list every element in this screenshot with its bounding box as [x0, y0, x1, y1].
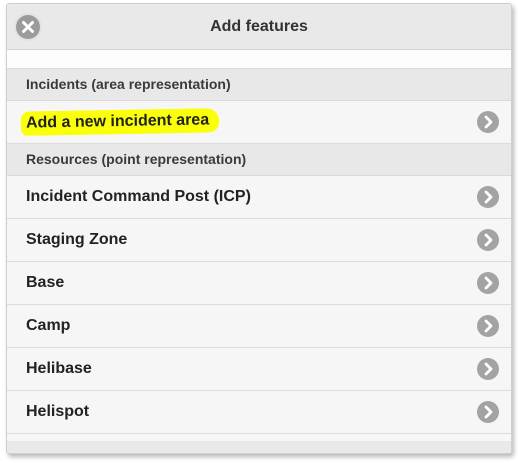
chevron-right-icon [477, 401, 499, 423]
feature-list: Incidents (area representation) Add a ne… [7, 68, 511, 434]
list-item-label: Add a new incident area [23, 108, 214, 136]
list-item-staging-zone[interactable]: Staging Zone [7, 219, 511, 262]
chevron-right-icon [477, 186, 499, 208]
list-item-base[interactable]: Base [7, 262, 511, 305]
list-item-label: Incident Command Post (ICP) [26, 188, 251, 205]
list-item-helispot[interactable]: Helispot [7, 391, 511, 434]
list-divider-resources: Resources (point representation) [7, 144, 511, 176]
list-item-camp[interactable]: Camp [7, 305, 511, 348]
list-item-helibase[interactable]: Helibase [7, 348, 511, 391]
chevron-right-icon [477, 111, 499, 133]
list-divider-incidents: Incidents (area representation) [7, 69, 511, 101]
chevron-right-icon [477, 315, 499, 337]
list-item-label: Camp [26, 317, 71, 334]
chevron-right-icon [477, 229, 499, 251]
list-item-label: Helibase [26, 360, 92, 377]
list-item-label: Staging Zone [26, 231, 128, 248]
dialog-title: Add features [210, 18, 308, 35]
list-item-add-incident-area[interactable]: Add a new incident area [7, 101, 511, 144]
list-item-label: Helispot [26, 403, 90, 420]
header-spacer [7, 50, 511, 68]
list-item-icp[interactable]: Incident Command Post (ICP) [7, 176, 511, 219]
add-features-dialog: Add features Incidents (area representat… [6, 3, 512, 454]
chevron-right-icon [477, 272, 499, 294]
chevron-right-icon [477, 358, 499, 380]
list-item-label: Base [26, 274, 65, 291]
dialog-header: Add features [7, 4, 511, 50]
close-icon[interactable] [16, 15, 40, 39]
dialog-footer [7, 441, 511, 453]
